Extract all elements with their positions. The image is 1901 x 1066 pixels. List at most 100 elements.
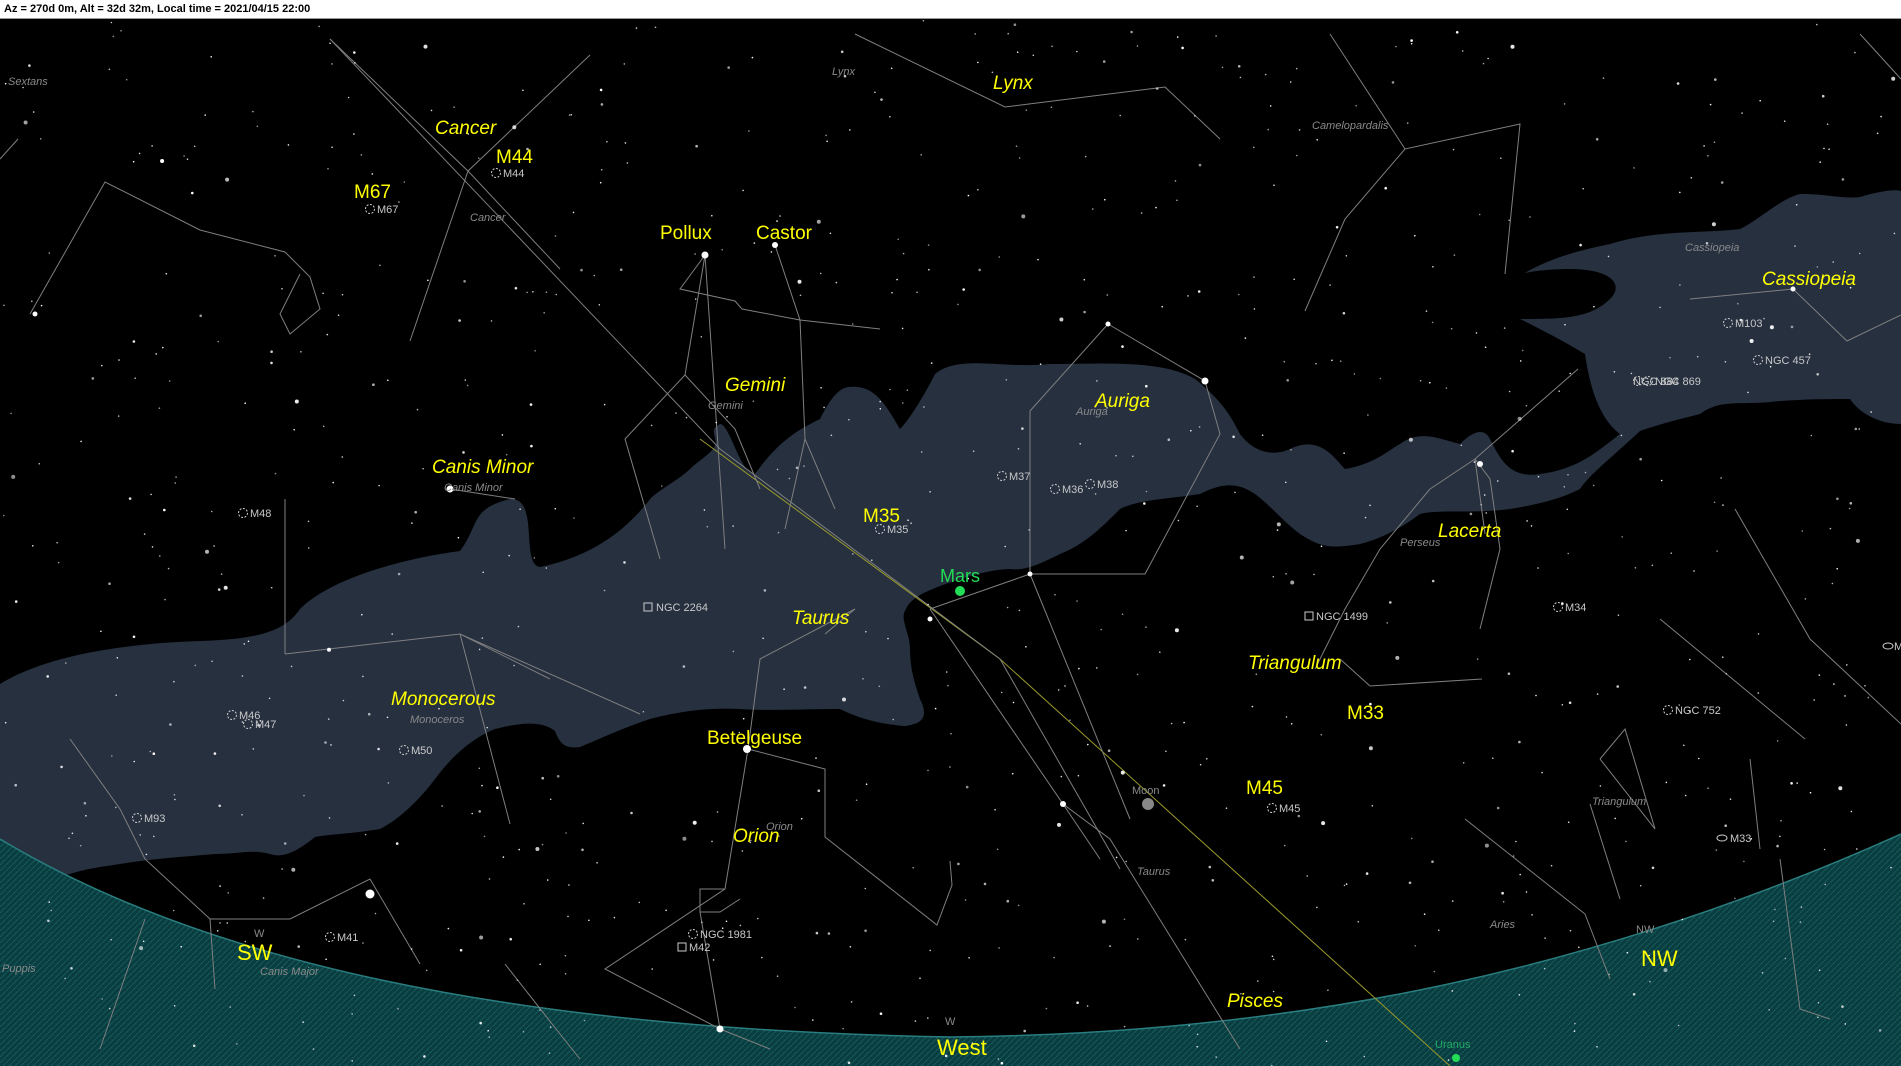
star xyxy=(331,63,333,65)
star xyxy=(330,744,332,746)
star xyxy=(1196,1045,1198,1048)
star xyxy=(398,201,400,203)
star xyxy=(3,514,5,517)
star xyxy=(1267,128,1269,131)
star xyxy=(1167,438,1171,442)
star xyxy=(603,403,606,406)
star xyxy=(1880,115,1882,118)
star xyxy=(1720,477,1722,479)
grey-monoceros: Monoceros xyxy=(410,714,465,726)
star xyxy=(332,481,335,484)
star xyxy=(1856,848,1858,850)
star xyxy=(1711,222,1716,227)
star xyxy=(1507,672,1511,675)
star xyxy=(481,784,483,787)
star xyxy=(715,421,718,424)
star xyxy=(776,975,779,977)
star xyxy=(360,154,363,156)
star xyxy=(1159,651,1161,653)
star xyxy=(1276,529,1279,531)
star xyxy=(1519,360,1522,362)
star xyxy=(1109,945,1111,947)
star xyxy=(1253,146,1255,149)
star xyxy=(1419,379,1422,382)
grey-gemini: Gemini xyxy=(708,400,743,412)
label-lynx: Lynx xyxy=(993,73,1034,94)
star xyxy=(950,732,952,735)
star xyxy=(1165,750,1167,753)
star xyxy=(897,238,899,241)
star xyxy=(1225,807,1228,809)
star xyxy=(1537,567,1539,569)
star xyxy=(329,42,331,45)
star xyxy=(236,1043,238,1045)
moon-marker[interactable] xyxy=(1142,798,1154,810)
star xyxy=(847,1061,851,1065)
star xyxy=(32,545,34,547)
star xyxy=(283,842,287,845)
star xyxy=(919,977,921,979)
sky-chart[interactable]: Lynx Sextans Camelopardalis Cancer Cassi… xyxy=(0,19,1901,1066)
star xyxy=(711,840,713,843)
star xyxy=(262,897,265,899)
star xyxy=(1196,1033,1199,1036)
star xyxy=(117,415,120,417)
star xyxy=(281,288,283,290)
star xyxy=(327,168,329,170)
star xyxy=(1544,937,1546,939)
star xyxy=(247,640,250,643)
star xyxy=(1012,701,1015,704)
star xyxy=(377,747,380,751)
star xyxy=(1485,512,1487,514)
star xyxy=(1183,721,1185,724)
star xyxy=(514,286,518,290)
star xyxy=(213,545,215,547)
star xyxy=(1761,972,1764,974)
star xyxy=(153,835,155,838)
star xyxy=(1475,332,1478,334)
star xyxy=(1725,672,1728,675)
star xyxy=(1176,36,1179,38)
mars-marker[interactable] xyxy=(955,586,965,596)
star xyxy=(726,416,728,418)
star xyxy=(1669,356,1671,359)
star xyxy=(1794,245,1796,247)
label-monocerous: Monocerous xyxy=(391,689,496,710)
star xyxy=(134,377,136,380)
star xyxy=(101,998,103,1000)
star xyxy=(1846,664,1848,666)
star xyxy=(927,769,929,772)
star xyxy=(816,219,821,224)
star xyxy=(815,931,819,935)
label-m45: M45 xyxy=(1246,778,1283,799)
star xyxy=(642,710,645,713)
star xyxy=(191,191,194,195)
star xyxy=(1844,1023,1847,1025)
direction-west: West xyxy=(937,1035,987,1060)
star xyxy=(1447,1059,1450,1061)
star xyxy=(1285,716,1288,718)
star xyxy=(501,434,504,436)
star xyxy=(371,173,374,175)
star xyxy=(1561,704,1564,706)
star xyxy=(1569,929,1572,932)
star xyxy=(115,694,117,696)
star xyxy=(1518,994,1521,996)
star xyxy=(800,817,803,820)
star xyxy=(287,144,290,146)
star xyxy=(1016,51,1019,53)
star xyxy=(1670,552,1673,554)
star xyxy=(852,323,854,325)
star xyxy=(1607,255,1610,258)
star xyxy=(1838,786,1843,791)
star xyxy=(1198,426,1201,428)
uranus-marker[interactable] xyxy=(1452,1054,1460,1062)
star xyxy=(1568,701,1572,705)
star xyxy=(387,782,390,784)
star xyxy=(732,525,734,527)
star xyxy=(1096,667,1098,669)
star xyxy=(580,268,583,272)
star xyxy=(155,353,157,355)
star xyxy=(1573,1030,1576,1032)
star xyxy=(1482,62,1485,65)
